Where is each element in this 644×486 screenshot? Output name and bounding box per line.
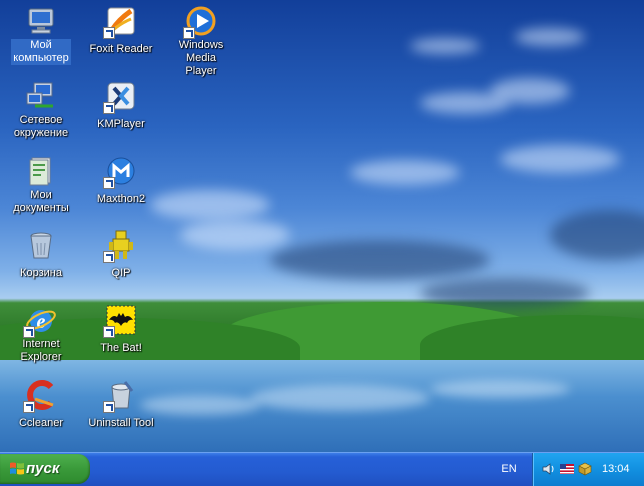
shortcut-arrow-icon xyxy=(103,401,115,413)
clock[interactable]: 13:04 xyxy=(602,461,630,477)
network-places-icon xyxy=(25,80,57,112)
desktop-icon-label: Корзина xyxy=(20,267,62,279)
kmplayer-icon xyxy=(103,80,137,114)
the-bat-icon xyxy=(103,304,137,338)
volume-icon[interactable] xyxy=(542,462,556,476)
desktop-icon-my-documents[interactable]: Мои документы xyxy=(1,155,81,216)
shortcut-arrow-icon xyxy=(183,27,195,39)
desktop-icon-label: KMPlayer xyxy=(97,118,145,130)
desktop-icon-label: Foxit Reader xyxy=(89,43,153,55)
system-tray: 13:04 xyxy=(532,453,644,486)
desktop-icon-network-places[interactable]: Сетевое окружение xyxy=(1,80,81,141)
shortcut-arrow-icon xyxy=(103,102,115,114)
desktop-icon-label: Мои документы xyxy=(13,189,69,214)
my-documents-icon xyxy=(25,155,57,187)
desktop-icon-label: QIP xyxy=(111,267,131,279)
windows-media-player-icon xyxy=(183,5,217,39)
desktop-icon-qip[interactable]: QIP xyxy=(81,229,161,281)
qip-icon xyxy=(103,229,137,263)
desktop-icon-label: Internet Explorer xyxy=(20,338,62,363)
language-indicator[interactable]: EN xyxy=(497,461,521,477)
foxit-reader-icon xyxy=(103,5,137,39)
maxthon-icon xyxy=(103,155,137,189)
desktop-icon-label: Windows Media Player xyxy=(178,39,224,77)
desktop-icon-my-computer[interactable]: Мой компьютер xyxy=(1,5,81,66)
desktop-icon-internet-explorer[interactable]: e Internet Explorer xyxy=(1,304,81,365)
shortcut-arrow-icon xyxy=(103,326,115,338)
shortcut-arrow-icon xyxy=(23,401,35,413)
shortcut-arrow-icon xyxy=(103,27,115,39)
desktop-icon-label: Uninstall Tool xyxy=(88,417,154,429)
uninstall-tool-icon xyxy=(103,379,137,413)
ccleaner-icon xyxy=(23,379,57,413)
start-button[interactable]: пуск xyxy=(0,454,90,484)
desktop-icon-uninstall-tool[interactable]: Uninstall Tool xyxy=(81,379,161,431)
desktop-icon-recycle-bin[interactable]: Корзина xyxy=(1,229,81,281)
desktop-icon-label: The Bat! xyxy=(100,342,142,354)
desktop-icon-ccleaner[interactable]: Ccleaner xyxy=(1,379,81,431)
desktop-icon-windows-media-player[interactable]: Windows Media Player xyxy=(161,5,241,79)
start-button-label: пуск xyxy=(26,460,60,477)
desktop-icon-label: Maxthon2 xyxy=(96,193,146,205)
shortcut-arrow-icon xyxy=(103,251,115,263)
windows-logo-icon xyxy=(10,462,24,475)
desktop-icon-label: Сетевое окружение xyxy=(13,114,69,139)
flag-icon[interactable] xyxy=(560,462,574,476)
desktop-icon-label: Ccleaner xyxy=(18,417,64,429)
desktop-icon-the-bat[interactable]: The Bat! xyxy=(81,304,161,356)
my-computer-icon xyxy=(25,5,57,37)
taskbar: пуск EN 13:04 xyxy=(0,452,644,486)
shortcut-arrow-icon xyxy=(103,177,115,189)
internet-explorer-icon: e xyxy=(23,304,57,338)
desktop-icon-kmplayer[interactable]: KMPlayer xyxy=(81,80,161,132)
shortcut-arrow-icon xyxy=(23,326,35,338)
desktop-icon-label: Мой компьютер xyxy=(11,39,71,65)
desktop-icon-maxthon[interactable]: Maxthon2 xyxy=(81,155,161,207)
desktop-icon-foxit-reader[interactable]: Foxit Reader xyxy=(81,5,161,57)
recycle-bin-icon xyxy=(25,229,57,261)
network-icon[interactable] xyxy=(578,462,592,476)
